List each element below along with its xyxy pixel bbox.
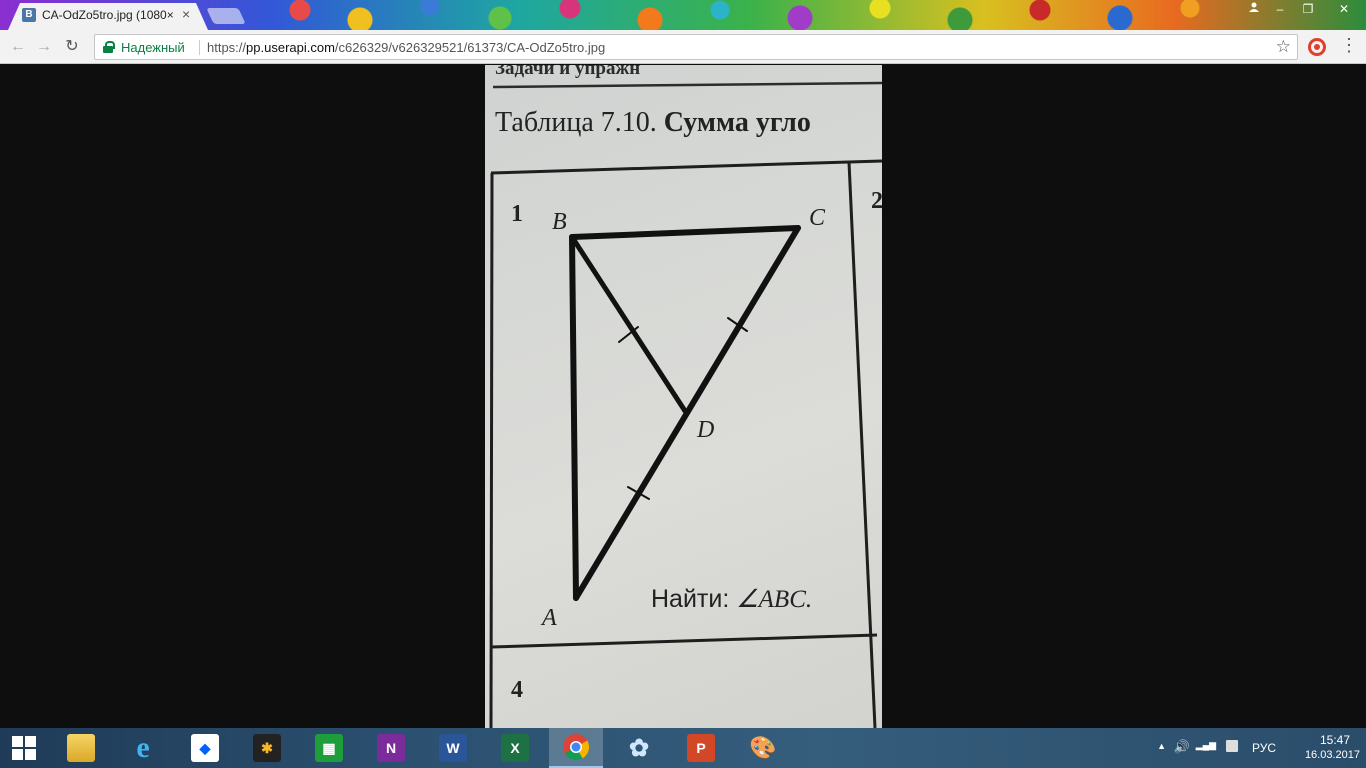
table-column-divider — [847, 161, 877, 728]
url-scheme: https:// — [207, 40, 247, 55]
vertex-label-a: A — [540, 605, 557, 631]
textbook-page-drawing: Задачи и упражн Таблица 7.10. Сумма угло… — [489, 65, 882, 728]
lock-icon — [103, 41, 115, 53]
language-indicator[interactable]: РУС — [1252, 741, 1276, 755]
taskbar-chrome[interactable] — [549, 728, 603, 768]
excel-icon: X — [501, 734, 529, 762]
url-host: pp.userapi.com — [246, 40, 335, 55]
table-caption-bold: Сумма угло — [664, 107, 811, 138]
volume-icon[interactable]: 🔊 — [1174, 739, 1190, 755]
triangle-figure — [569, 225, 801, 601]
omnibox-separator — [199, 40, 200, 55]
segment-ba — [569, 234, 579, 601]
user-icon[interactable] — [1242, 0, 1266, 20]
colorful-app-icon: ✱ — [253, 734, 281, 762]
header-rule — [492, 81, 882, 89]
vk-favicon-icon: B — [22, 8, 36, 22]
taskbar-explorer[interactable] — [57, 728, 105, 768]
table-row-divider — [490, 633, 878, 649]
user-glyph — [1249, 2, 1259, 12]
forward-button[interactable]: → — [34, 37, 54, 57]
windows-logo-icon — [12, 736, 36, 760]
chrome-icon — [563, 734, 590, 761]
segment-bd — [569, 234, 688, 414]
header-cut-text: Задачи и упражн — [495, 65, 640, 79]
powerpoint-icon: P — [687, 734, 715, 762]
folder-icon — [67, 734, 95, 762]
store-icon: ▦ — [315, 734, 343, 762]
taskbar-onenote[interactable]: N — [367, 728, 415, 768]
tab-strip: B CA-OdZo5tro.jpg (1080× × – ❐ ✕ — [0, 0, 1366, 30]
network-icon[interactable]: ▂▄▆ — [1196, 740, 1216, 751]
window-controls: – ❐ ✕ — [1242, 0, 1366, 20]
address-bar[interactable]: Надежный https://pp.userapi.com/c626329/… — [94, 34, 1298, 60]
url-text[interactable]: https://pp.userapi.com/c626329/v62632952… — [207, 40, 605, 55]
vertex-label-b: B — [552, 209, 567, 235]
url-path: /c626329/v626329521/61373/CA-OdZo5tro.jp… — [334, 40, 606, 55]
action-center-icon[interactable] — [1226, 740, 1238, 752]
back-button[interactable]: ← — [8, 37, 28, 57]
taskbar-excel[interactable]: X — [491, 728, 539, 768]
vertex-label-c: C — [809, 205, 826, 231]
textbook-photo[interactable]: Задачи и упражн Таблица 7.10. Сумма угло… — [485, 65, 882, 728]
paint-palette-icon: 🎨 — [749, 735, 777, 760]
task-target: ∠ABC. — [736, 586, 812, 613]
table-caption: Таблица 7.10. Сумма угло — [495, 107, 811, 138]
cell-number-2: 2 — [871, 188, 882, 214]
point-label-d: D — [696, 417, 714, 443]
image-viewport: Задачи и упражн Таблица 7.10. Сумма угло… — [0, 65, 1366, 728]
restore-button[interactable]: ❐ — [1294, 0, 1322, 20]
chrome-menu-icon[interactable]: ⋮ — [1340, 36, 1358, 56]
reload-button[interactable]: ↻ — [62, 37, 82, 57]
word-icon: W — [439, 734, 467, 762]
taskbar-paint[interactable]: 🎨 — [739, 728, 787, 768]
taskbar-word[interactable]: W — [429, 728, 477, 768]
taskbar-dropbox[interactable]: ◆ — [181, 728, 229, 768]
tab-title: CA-OdZo5tro.jpg (1080× — [42, 8, 174, 22]
cell-number-4: 4 — [511, 677, 523, 703]
taskbar-powerpoint[interactable]: P — [677, 728, 725, 768]
browser-toolbar: ← → ↻ Надежный https://pp.userapi.com/c6… — [0, 30, 1366, 64]
extension-target-icon[interactable] — [1308, 38, 1326, 56]
table-left-border — [489, 172, 494, 728]
internet-explorer-icon: e — [136, 731, 150, 764]
clock-date[interactable]: 16.03.2017 — [1305, 749, 1360, 761]
taskbar-internet-explorer[interactable]: e — [119, 728, 167, 768]
task-text: Найти: ∠ABC. — [651, 585, 812, 613]
taskbar-paint-app[interactable]: ✱ — [243, 728, 291, 768]
close-window-button[interactable]: ✕ — [1322, 0, 1366, 20]
segment-bc — [569, 225, 801, 240]
new-tab-button[interactable] — [206, 8, 246, 24]
segment-ca — [573, 225, 801, 601]
task-word: Найти: — [651, 585, 736, 613]
clock-time[interactable]: 15:47 — [1320, 733, 1350, 747]
tray-chevron-icon[interactable]: ▲ — [1157, 741, 1166, 751]
flower-icon: ✿ — [628, 734, 650, 762]
tab-close-icon[interactable]: × — [182, 6, 190, 22]
cell-number-1: 1 — [511, 201, 523, 227]
taskbar-store[interactable]: ▦ — [305, 728, 353, 768]
windows-taskbar: e ◆ ✱ ▦ N W X ✿ P 🎨 ▲ 🔊 ▂▄▆ РУС 15:47 16… — [0, 728, 1366, 768]
dropbox-icon: ◆ — [191, 734, 219, 762]
minimize-button[interactable]: – — [1266, 0, 1294, 20]
onenote-icon: N — [377, 734, 405, 762]
taskbar-flower-app[interactable]: ✿ — [615, 728, 663, 768]
secure-label: Надежный — [121, 40, 185, 55]
table-top-border — [490, 159, 882, 175]
table-caption-normal: Таблица 7.10. — [495, 107, 664, 138]
bookmark-star-icon[interactable]: ☆ — [1276, 37, 1291, 57]
start-button[interactable] — [0, 728, 48, 768]
